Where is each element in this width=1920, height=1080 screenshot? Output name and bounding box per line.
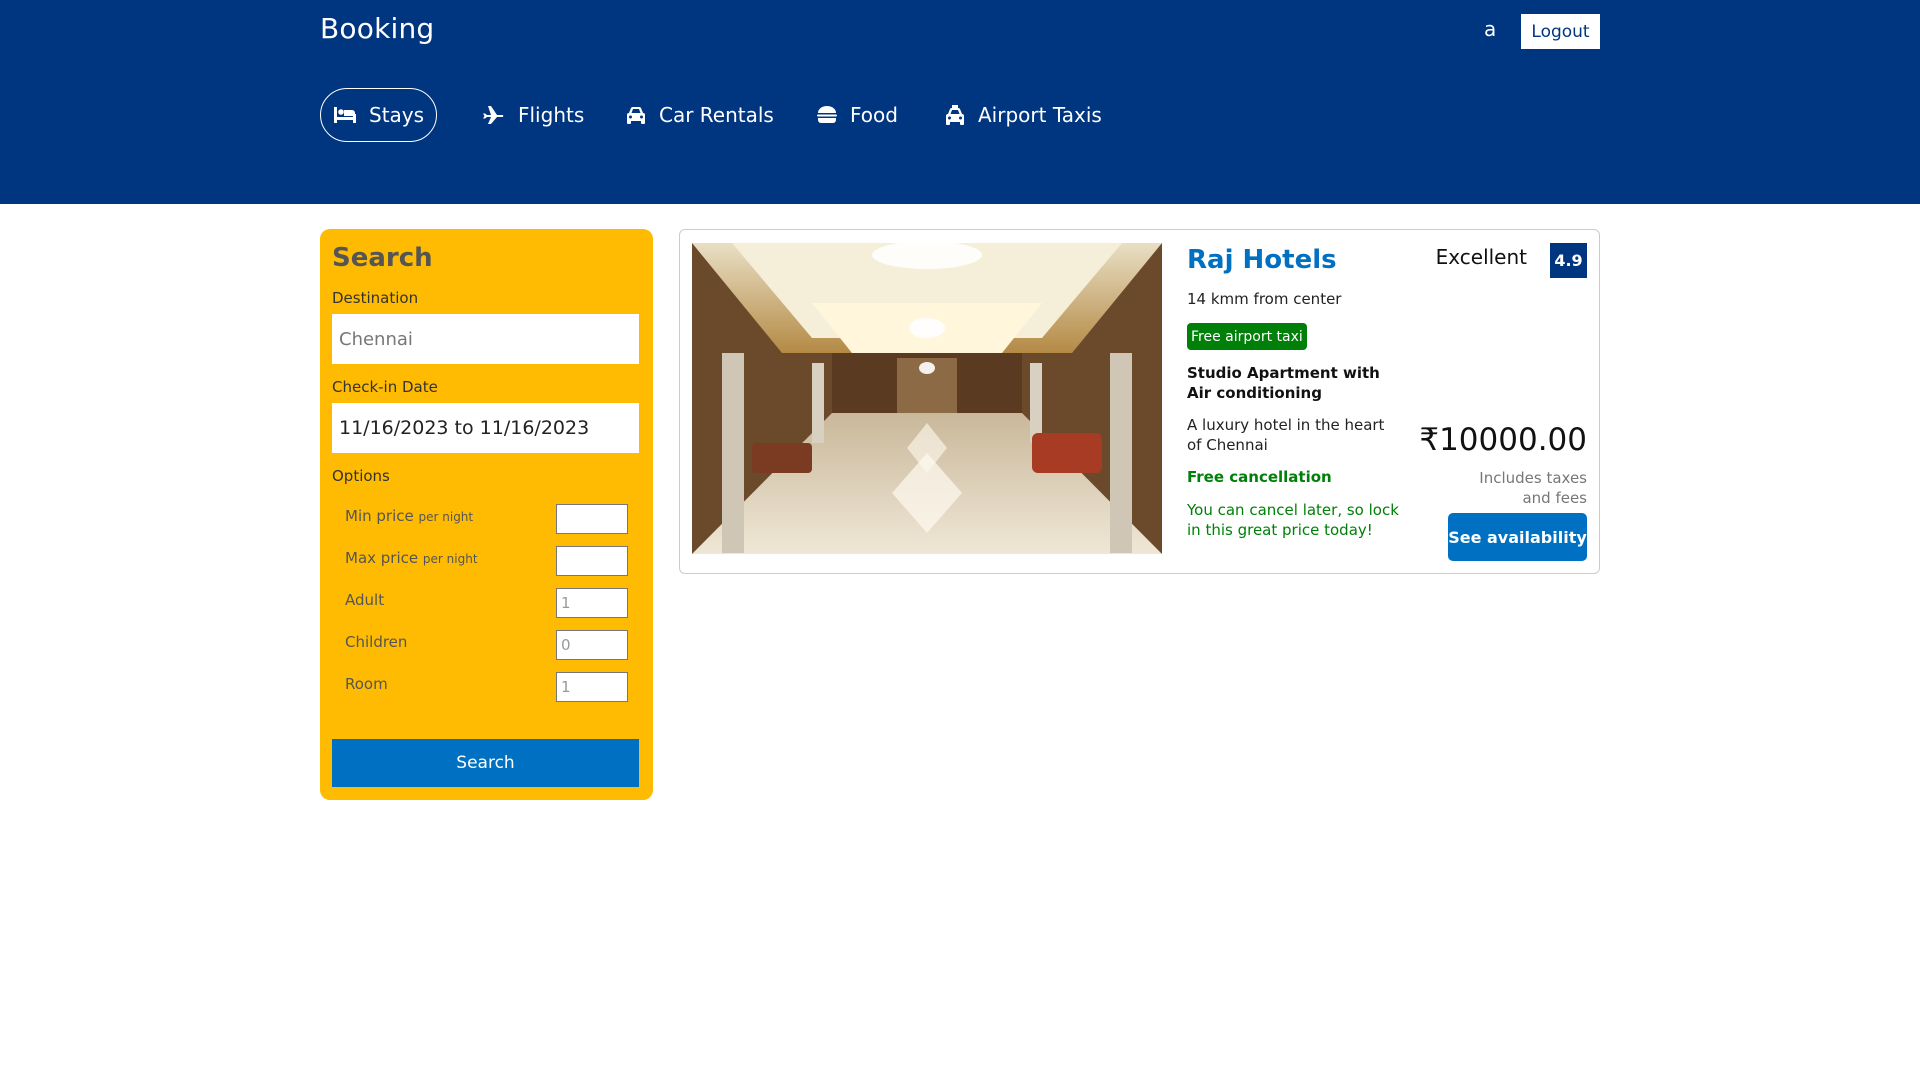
search-button[interactable]: Search — [332, 739, 639, 787]
room-type: Studio Apartment with Air conditioning — [1187, 364, 1380, 402]
tab-label: Airport Taxis — [978, 103, 1102, 127]
hotel-image[interactable] — [692, 243, 1162, 554]
hotel-name[interactable]: Raj Hotels — [1187, 245, 1337, 275]
option-min-price: Min price per night — [345, 504, 632, 534]
free-cancellation: Free cancellation — [1187, 468, 1332, 486]
option-max-price: Max price per night — [345, 546, 632, 576]
search-title: Search — [332, 243, 433, 273]
tab-label: Food — [850, 103, 898, 127]
taxi-badge: Free airport taxi — [1187, 323, 1307, 350]
destination-label: Destination — [332, 289, 419, 307]
min-price-input[interactable] — [556, 504, 628, 534]
option-label: Adult — [345, 591, 385, 609]
checkin-date-input[interactable]: 11/16/2023 to 11/16/2023 — [332, 403, 639, 453]
burger-icon — [816, 105, 838, 125]
logout-button[interactable]: Logout — [1521, 14, 1600, 49]
room-input[interactable]: 1 — [556, 672, 628, 702]
option-label: Children — [345, 633, 408, 651]
option-adult: Adult 1 — [345, 588, 632, 618]
hotel-description: A luxury hotel in the heart of Chennai — [1187, 416, 1385, 454]
destination-input[interactable]: Chennai — [332, 314, 639, 364]
max-price-input[interactable] — [556, 546, 628, 576]
plane-icon — [482, 105, 506, 125]
options-label: Options — [332, 467, 390, 485]
rating-badge: 4.9 — [1550, 243, 1587, 278]
option-label: Max price per night — [345, 549, 478, 567]
top-header: Booking a Logout Stays Flights Car Renta… — [0, 0, 1920, 204]
tab-food[interactable]: Food — [816, 88, 898, 142]
children-input[interactable]: 0 — [556, 630, 628, 660]
cancel-note: You can cancel later, so lock in this gr… — [1187, 501, 1399, 539]
car-icon — [625, 105, 647, 125]
price: ₹10000.00 — [1419, 422, 1587, 458]
logo[interactable]: Booking — [320, 12, 434, 45]
distance-text: 14 kmm from center — [1187, 290, 1342, 308]
checkin-label: Check-in Date — [332, 378, 438, 396]
tab-stays[interactable]: Stays — [320, 88, 438, 142]
rating-text: Excellent — [1435, 245, 1527, 269]
tab-label: Car Rentals — [659, 103, 774, 127]
tab-label: Stays — [369, 103, 425, 127]
see-availability-button[interactable]: See availability — [1448, 513, 1587, 561]
tab-airport-taxis[interactable]: Airport Taxis — [944, 88, 1102, 142]
search-panel: Search Destination Chennai Check-in Date… — [320, 229, 653, 800]
option-children: Children 0 — [345, 630, 632, 660]
adult-input[interactable]: 1 — [556, 588, 628, 618]
tab-label: Flights — [518, 103, 585, 127]
hotel-result-card: Raj Hotels 14 kmm from center Free airpo… — [679, 229, 1600, 574]
user-name: a — [1484, 17, 1497, 41]
tax-note: Includes taxes and fees — [1479, 469, 1587, 507]
option-label: Min price per night — [345, 507, 474, 525]
option-room: Room 1 — [345, 672, 632, 702]
taxi-icon — [944, 105, 966, 125]
tab-flights[interactable]: Flights — [482, 88, 584, 142]
tab-car-rentals[interactable]: Car Rentals — [625, 88, 774, 142]
option-label: Room — [345, 675, 388, 693]
bed-icon — [333, 106, 357, 124]
